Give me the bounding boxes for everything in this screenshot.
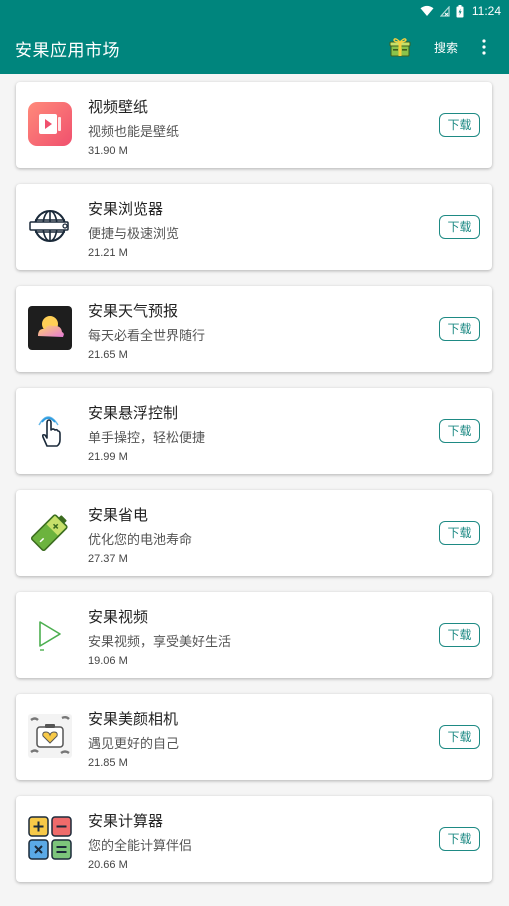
app-description: 视频也能是壁纸 bbox=[88, 125, 180, 140]
app-size: 21.21 M bbox=[88, 247, 128, 259]
weather-icon bbox=[28, 306, 72, 350]
app-card[interactable]: 安果悬浮控制 单手操控，轻松便捷 21.99 M 下载 bbox=[16, 388, 492, 474]
app-card[interactable]: 安果计算器 您的全能计算伴侣 20.66 M 下载 bbox=[16, 796, 492, 882]
search-button[interactable]: 搜索 bbox=[434, 39, 458, 56]
download-button[interactable]: 下载 bbox=[439, 725, 480, 749]
status-time: 11:24 bbox=[471, 4, 501, 18]
app-card[interactable]: 安果美颜相机 遇见更好的自己 21.85 M 下载 bbox=[16, 694, 492, 780]
download-button[interactable]: 下载 bbox=[439, 419, 480, 443]
more-vert-icon[interactable] bbox=[478, 37, 490, 57]
app-card[interactable]: 安果省电 优化您的电池寿命 27.37 M 下载 bbox=[16, 490, 492, 576]
app-name: 安果美颜相机 bbox=[88, 710, 179, 728]
app-description: 便捷与极速浏览 bbox=[88, 227, 180, 242]
app-card[interactable]: 安果浏览器 便捷与极速浏览 21.21 M 下载 bbox=[16, 184, 492, 270]
app-description: 安果视频，享受美好生活 bbox=[88, 635, 232, 650]
app-size: 21.85 M bbox=[88, 757, 128, 769]
play-icon bbox=[39, 621, 61, 651]
download-button[interactable]: 下载 bbox=[439, 215, 480, 239]
app-description: 每天必看全世界随行 bbox=[88, 329, 206, 344]
app-list[interactable]: 视频壁纸 视频也能是壁纸 31.90 M 下载 安果浏览器 便捷与极速浏览 21… bbox=[0, 74, 509, 906]
download-button[interactable]: 下载 bbox=[439, 113, 480, 137]
globe-browser-icon bbox=[29, 210, 69, 242]
video-wallpaper-icon bbox=[28, 102, 72, 146]
app-card[interactable]: 视频壁纸 视频也能是壁纸 31.90 M 下载 bbox=[16, 82, 492, 168]
touch-hand-icon bbox=[38, 416, 61, 447]
download-button[interactable]: 下载 bbox=[439, 623, 480, 647]
download-button[interactable]: 下载 bbox=[439, 827, 480, 851]
app-description: 您的全能计算伴侣 bbox=[88, 839, 193, 854]
app-size: 19.06 M bbox=[88, 655, 128, 667]
app-size: 21.65 M bbox=[88, 349, 128, 361]
app-name: 安果视频 bbox=[88, 608, 149, 626]
app-name: 安果计算器 bbox=[88, 812, 164, 830]
app-description: 遇见更好的自己 bbox=[88, 737, 180, 752]
battery-icon bbox=[30, 514, 68, 552]
app-card[interactable]: 安果视频 安果视频，享受美好生活 19.06 M 下载 bbox=[16, 592, 492, 678]
app-size: 31.90 M bbox=[88, 145, 128, 157]
app-bar: 11:24 安果应用市场 搜索 bbox=[0, 0, 509, 74]
calculator-icon bbox=[28, 816, 72, 860]
app-name: 安果省电 bbox=[88, 506, 149, 524]
app-card[interactable]: 安果天气预报 每天必看全世界随行 21.65 M 下载 bbox=[16, 286, 492, 372]
gift-box-icon[interactable] bbox=[389, 36, 411, 58]
app-size: 21.99 M bbox=[88, 451, 128, 463]
app-size: 20.66 M bbox=[88, 859, 128, 871]
download-button[interactable]: 下载 bbox=[439, 521, 480, 545]
toolbar: 安果应用市场 搜索 bbox=[0, 22, 509, 74]
download-button[interactable]: 下载 bbox=[439, 317, 480, 341]
app-name: 视频壁纸 bbox=[88, 98, 149, 116]
app-size: 27.37 M bbox=[88, 553, 128, 565]
wifi-icon bbox=[420, 5, 434, 16]
app-description: 优化您的电池寿命 bbox=[88, 533, 193, 548]
app-description: 单手操控，轻松便捷 bbox=[88, 431, 206, 446]
app-name: 安果悬浮控制 bbox=[88, 404, 179, 422]
battery-status-icon bbox=[456, 4, 464, 17]
camera-heart-icon bbox=[28, 714, 72, 758]
no-signal-icon bbox=[439, 5, 450, 17]
status-bar: 11:24 bbox=[0, 0, 509, 22]
app-name: 安果天气预报 bbox=[88, 302, 179, 320]
app-name: 安果浏览器 bbox=[88, 200, 164, 218]
app-title: 安果应用市场 bbox=[15, 41, 120, 61]
